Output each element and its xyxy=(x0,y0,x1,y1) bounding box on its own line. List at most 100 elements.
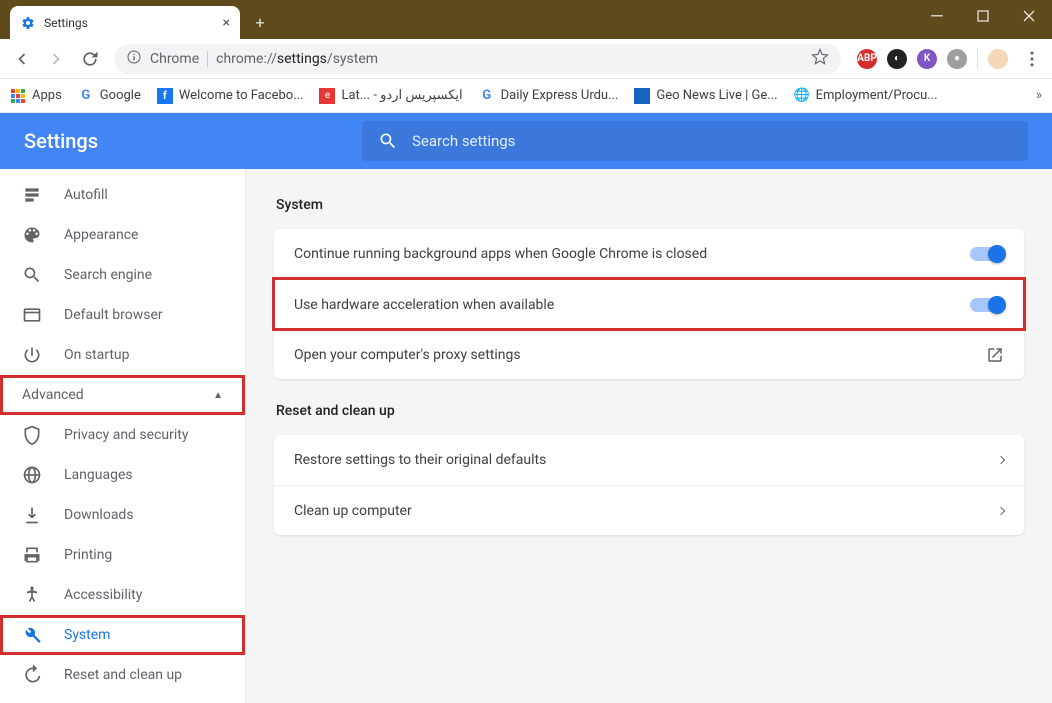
settings-content: Autofill Appearance Search engine Defaul… xyxy=(0,169,1052,703)
bookmark-label: Lat... - ایکسپریس اردو xyxy=(341,88,462,103)
sidebar-item-on-startup[interactable]: On startup xyxy=(0,335,245,375)
row-label: Use hardware acceleration when available xyxy=(294,297,554,313)
sidebar-item-printing[interactable]: Printing xyxy=(0,535,245,575)
download-icon xyxy=(22,505,42,525)
address-bar[interactable]: Chrome chrome://settings/system xyxy=(114,44,841,74)
printer-icon xyxy=(22,545,42,565)
globe-icon: 🌐 xyxy=(794,88,810,104)
reload-button[interactable] xyxy=(76,45,104,73)
hardware-acceleration-toggle[interactable] xyxy=(970,298,1004,312)
site-info-icon[interactable] xyxy=(126,49,142,69)
sidebar-item-label: Autofill xyxy=(64,187,108,203)
sidebar-item-system[interactable]: System xyxy=(0,615,245,655)
gear-icon xyxy=(20,15,36,31)
search-icon xyxy=(378,131,398,151)
extension-icon[interactable]: K xyxy=(917,49,937,69)
bookmarks-overflow-button[interactable]: » xyxy=(1036,88,1042,103)
sidebar-item-default-browser[interactable]: Default browser xyxy=(0,295,245,335)
forward-button[interactable] xyxy=(42,45,70,73)
tab-strip: Settings × + xyxy=(0,0,274,39)
row-label: Open your computer's proxy settings xyxy=(294,347,521,363)
bookmark-google[interactable]: G Google xyxy=(78,88,141,104)
tab-title: Settings xyxy=(44,16,215,30)
sidebar-item-label: Privacy and security xyxy=(64,427,188,443)
background-apps-row: Continue running background apps when Go… xyxy=(274,229,1024,279)
chevron-up-icon: ▲ xyxy=(213,390,223,401)
sidebar-item-appearance[interactable]: Appearance xyxy=(0,215,245,255)
sidebar-item-label: Languages xyxy=(64,467,133,483)
sidebar-item-search-engine[interactable]: Search engine xyxy=(0,255,245,295)
google-icon: G xyxy=(78,88,94,104)
sidebar-item-label: System xyxy=(64,627,110,643)
extension-icon[interactable]: ◐ xyxy=(887,49,907,69)
section-title-system: System xyxy=(276,197,1024,213)
sidebar-item-privacy[interactable]: Privacy and security xyxy=(0,415,245,455)
sidebar-item-reset[interactable]: Reset and clean up xyxy=(0,655,245,695)
url-text: chrome://settings/system xyxy=(216,51,378,67)
extension-icons: ABP ◐ K ● xyxy=(851,49,1014,69)
browser-toolbar: Chrome chrome://settings/system ABP ◐ K … xyxy=(0,39,1052,79)
wrench-icon xyxy=(22,625,42,645)
power-icon xyxy=(22,345,42,365)
bookmark-daily-express[interactable]: G Daily Express Urdu... xyxy=(479,88,619,104)
minimize-button[interactable] xyxy=(914,0,960,32)
section-title-reset: Reset and clean up xyxy=(276,403,1024,419)
shield-icon xyxy=(22,425,42,445)
bookmark-label: Geo News Live | Ge... xyxy=(656,88,777,103)
back-button[interactable] xyxy=(8,45,36,73)
settings-sidebar: Autofill Appearance Search engine Defaul… xyxy=(0,169,246,703)
bookmark-label: Daily Express Urdu... xyxy=(501,88,619,103)
url-scheme-label: Chrome xyxy=(150,51,208,67)
extension-abp-icon[interactable]: ABP xyxy=(857,49,877,69)
sidebar-item-label: Default browser xyxy=(64,307,163,323)
row-label: Clean up computer xyxy=(294,503,412,519)
sidebar-item-label: Appearance xyxy=(64,227,138,243)
palette-icon xyxy=(22,225,42,245)
external-link-icon xyxy=(986,346,1004,364)
sidebar-item-downloads[interactable]: Downloads xyxy=(0,495,245,535)
bookmark-employment[interactable]: 🌐 Employment/Procu... xyxy=(794,88,938,104)
apps-button[interactable]: Apps xyxy=(10,88,62,104)
background-apps-toggle[interactable] xyxy=(970,247,1004,261)
bookmark-label: Employment/Procu... xyxy=(816,88,938,103)
site-icon xyxy=(634,88,650,104)
search-settings-box[interactable] xyxy=(362,121,1028,161)
cleanup-computer-row[interactable]: Clean up computer xyxy=(274,485,1024,535)
sidebar-item-autofill[interactable]: Autofill xyxy=(0,175,245,215)
profile-avatar[interactable] xyxy=(988,49,1008,69)
search-input[interactable] xyxy=(412,132,1012,150)
settings-header: Settings xyxy=(0,113,1052,169)
search-icon xyxy=(22,265,42,285)
proxy-settings-row[interactable]: Open your computer's proxy settings xyxy=(274,329,1024,379)
sidebar-item-label: Reset and clean up xyxy=(64,667,182,683)
facebook-icon: f xyxy=(157,88,173,104)
google-icon: G xyxy=(479,88,495,104)
sidebar-item-label: Printing xyxy=(64,547,112,563)
bookmark-label: Welcome to Facebo... xyxy=(179,88,304,103)
settings-title: Settings xyxy=(24,129,98,153)
bookmark-facebook[interactable]: f Welcome to Facebo... xyxy=(157,88,304,104)
window-close-button[interactable] xyxy=(1006,0,1052,32)
window-titlebar: Settings × + xyxy=(0,0,1052,39)
reset-card: Restore settings to their original defau… xyxy=(274,435,1024,535)
maximize-button[interactable] xyxy=(960,0,1006,32)
extension-icon[interactable]: ● xyxy=(947,49,967,69)
browser-tab-settings[interactable]: Settings × xyxy=(10,6,240,39)
sidebar-item-languages[interactable]: Languages xyxy=(0,455,245,495)
restore-defaults-row[interactable]: Restore settings to their original defau… xyxy=(274,435,1024,485)
sidebar-item-label: Accessibility xyxy=(64,587,142,603)
advanced-label: Advanced xyxy=(22,387,84,403)
bookmark-geo-news[interactable]: Geo News Live | Ge... xyxy=(634,88,777,104)
bookmark-express-urdu[interactable]: e Lat... - ایکسپریس اردو xyxy=(319,88,462,104)
bookmark-star-icon[interactable] xyxy=(811,48,829,70)
restore-icon xyxy=(22,665,42,685)
hardware-acceleration-row: Use hardware acceleration when available xyxy=(274,279,1024,329)
sidebar-advanced-toggle[interactable]: Advanced ▲ xyxy=(0,375,245,415)
close-icon[interactable]: × xyxy=(223,15,230,31)
new-tab-button[interactable]: + xyxy=(246,8,274,36)
sidebar-item-label: Downloads xyxy=(64,507,134,523)
chevron-right-icon xyxy=(997,506,1005,514)
sidebar-item-label: On startup xyxy=(64,347,130,363)
sidebar-item-accessibility[interactable]: Accessibility xyxy=(0,575,245,615)
browser-menu-button[interactable] xyxy=(1020,49,1044,69)
